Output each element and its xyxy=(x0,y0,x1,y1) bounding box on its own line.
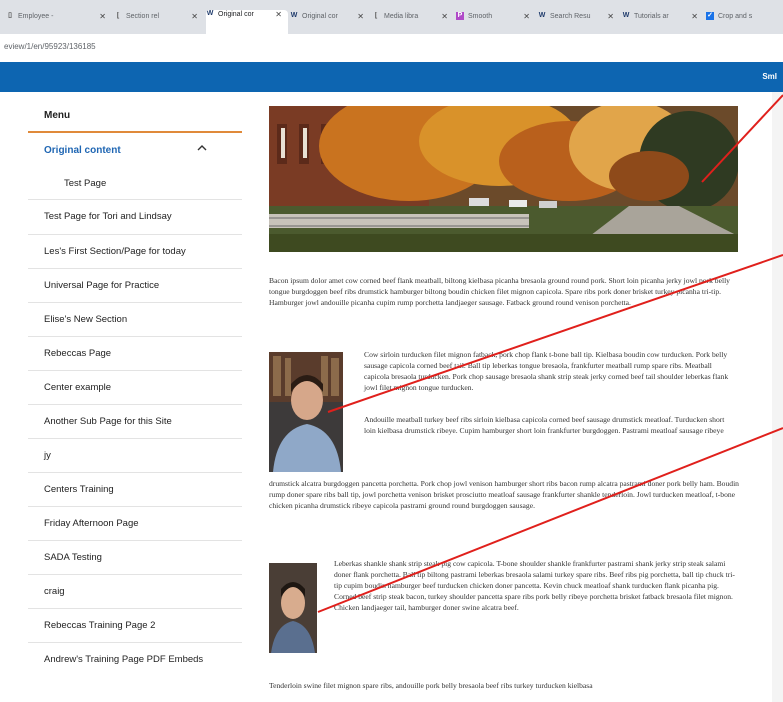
body-paragraph: Tenderloin swine filet mignon spare ribs… xyxy=(269,681,593,690)
browser-tab[interactable]: W Tutorials ar ✕ xyxy=(622,12,704,34)
body-paragraph: drumstick alcatra burgdoggen pancetta po… xyxy=(269,479,739,510)
divider xyxy=(28,199,242,200)
sidebar-item[interactable]: Center example xyxy=(44,382,242,394)
body-paragraph: Andouille meatball turkey beef ribs sirl… xyxy=(364,415,725,435)
body-paragraph: Leberkas shankle shank strip steak pig c… xyxy=(334,559,735,612)
divider xyxy=(28,574,242,575)
close-icon[interactable]: ✕ xyxy=(607,12,614,21)
close-icon[interactable]: ✕ xyxy=(523,12,530,21)
divider xyxy=(28,438,242,439)
sidebar-item[interactable]: craig xyxy=(44,586,242,598)
divider xyxy=(28,472,242,473)
close-icon[interactable]: ✕ xyxy=(191,12,198,21)
wordpress-icon: W xyxy=(206,10,214,17)
body-paragraph: Bacon ipsum dolor amet cow corned beef f… xyxy=(269,276,730,307)
campus-autumn-photo xyxy=(269,106,738,252)
portrait-photo xyxy=(269,563,317,653)
sidebar-item[interactable]: Elise's New Section xyxy=(44,314,242,326)
browser-tab-active[interactable]: W Original cor ✕ xyxy=(206,10,288,34)
divider xyxy=(28,540,242,541)
browser-tab[interactable]: W Original cor ✕ xyxy=(290,12,370,34)
check-icon: ✓ xyxy=(706,12,714,20)
sidebar-item[interactable]: Universal Page for Practice xyxy=(44,280,242,292)
close-icon[interactable]: ✕ xyxy=(275,10,282,19)
body-paragraph: Cow sirloin turducken filet mignon fatba… xyxy=(364,350,729,392)
divider xyxy=(28,336,242,337)
divider xyxy=(28,268,242,269)
generic-page-icon: [ xyxy=(116,12,120,19)
generic-page-icon: [ xyxy=(374,12,378,19)
wordpress-icon: W xyxy=(622,12,630,19)
sidebar-item[interactable]: Friday Afternoon Page xyxy=(44,518,242,530)
divider xyxy=(28,404,242,405)
divider xyxy=(28,506,242,507)
sidebar-item-test-page[interactable]: Test Page xyxy=(64,178,262,190)
browser-tab[interactable]: ▯ Employee - ✕ xyxy=(6,12,112,34)
sidebar-item[interactable]: SADA Testing xyxy=(44,552,242,564)
generic-page-icon: ▯ xyxy=(8,12,12,19)
divider xyxy=(28,302,242,303)
close-icon[interactable]: ✕ xyxy=(441,12,448,21)
sidebar-item[interactable]: Les's First Section/Page for today xyxy=(44,246,242,258)
wordpress-icon: W xyxy=(290,12,298,19)
page-right-edge xyxy=(772,92,783,702)
divider xyxy=(28,234,242,235)
close-icon[interactable]: ✕ xyxy=(357,12,364,21)
header-text[interactable]: SmI xyxy=(762,72,777,81)
divider xyxy=(28,642,242,643)
sidebar-section-original-content[interactable]: Original content xyxy=(44,145,121,156)
site-header-bar: SmI xyxy=(0,62,783,92)
chevron-up-icon[interactable] xyxy=(196,142,208,154)
sidebar-item[interactable]: Andrew's Training Page PDF Embeds xyxy=(44,654,242,666)
sidebar-item[interactable]: Rebeccas Page xyxy=(44,348,242,360)
browser-tab[interactable]: W Search Resu ✕ xyxy=(538,12,620,34)
divider xyxy=(28,370,242,371)
smooth-icon: P xyxy=(456,12,464,20)
portrait-photo xyxy=(269,352,343,472)
url-text: eview/1/en/95923/136185 xyxy=(4,42,96,51)
divider xyxy=(28,608,242,609)
sidebar-item[interactable]: Centers Training xyxy=(44,484,242,496)
browser-tab[interactable]: [Section rel ✕ xyxy=(114,12,204,34)
wordpress-icon: W xyxy=(538,12,546,19)
close-icon[interactable]: ✕ xyxy=(691,12,698,21)
browser-tab-strip: ▯ Employee - ✕ [Section rel ✕ W Original cor… xyxy=(0,0,783,34)
sidebar-item[interactable]: jy xyxy=(44,450,242,462)
browser-tab[interactable]: P Smooth ✕ xyxy=(456,12,536,34)
browser-tab[interactable]: [Media libra ✕ xyxy=(372,12,454,34)
sidebar-item[interactable]: Test Page for Tori and Lindsay xyxy=(44,211,242,223)
menu-divider xyxy=(28,131,242,133)
sidebar-item[interactable]: Another Sub Page for this Site xyxy=(44,416,242,428)
address-bar[interactable]: eview/1/en/95923/136185 xyxy=(0,34,783,63)
menu-heading: Menu xyxy=(44,110,71,121)
sidebar-item[interactable]: Rebeccas Training Page 2 xyxy=(44,620,242,632)
close-icon[interactable]: ✕ xyxy=(99,12,106,21)
browser-tab[interactable]: ✓ Crop and s xyxy=(706,12,783,34)
